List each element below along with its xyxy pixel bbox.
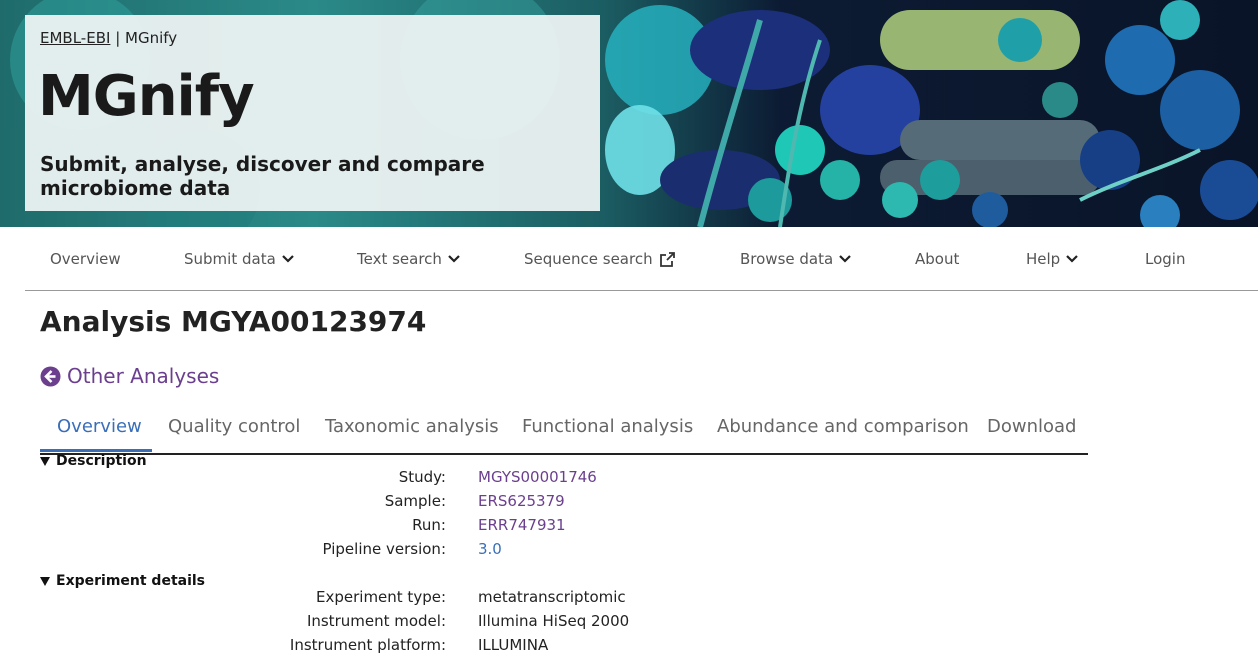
- nav-label: Text search: [357, 250, 442, 268]
- hero-tagline: Submit, analyse, discover and compare mi…: [40, 152, 485, 200]
- nav-label: Submit data: [184, 250, 276, 268]
- instrument-platform-value: ILLUMINA: [478, 636, 549, 654]
- instrument-model-label: Instrument model:: [306, 612, 446, 630]
- nav-about[interactable]: About: [915, 250, 959, 268]
- nav-label: Overview: [50, 250, 121, 268]
- nav-login[interactable]: Login: [1145, 250, 1185, 268]
- study-link[interactable]: MGYS00001746: [478, 468, 597, 486]
- nav-label: Browse data: [740, 250, 834, 268]
- main-navigation: Overview Submit data Text search Sequenc…: [25, 227, 1258, 291]
- pipeline-version-link[interactable]: 3.0: [478, 540, 502, 558]
- triangle-down-icon: [40, 456, 50, 466]
- page-title: Analysis MGYA00123974: [40, 305, 427, 338]
- hero-card: EMBL-EBI | MGnify MGnify Submit, analyse…: [25, 15, 600, 211]
- nav-label: Sequence search: [524, 250, 653, 268]
- experiment-section-toggle[interactable]: Experiment details: [40, 573, 205, 589]
- nav-browse-data[interactable]: Browse data: [740, 250, 851, 268]
- chevron-down-icon: [448, 255, 460, 263]
- nav-label: Help: [1026, 250, 1061, 268]
- tab-overview[interactable]: Overview: [57, 416, 142, 437]
- sample-label: Sample:: [384, 492, 446, 510]
- other-analyses-link[interactable]: Other Analyses: [40, 364, 219, 388]
- experiment-type-value: metatranscriptomic: [478, 588, 626, 606]
- breadcrumb: EMBL-EBI | MGnify: [40, 29, 177, 47]
- other-analyses-label: Other Analyses: [67, 364, 220, 388]
- chevron-down-icon: [839, 255, 851, 263]
- breadcrumb-mgnify: MGnify: [125, 29, 178, 47]
- sample-link[interactable]: ERS625379: [478, 492, 565, 510]
- pipeline-version-label: Pipeline version:: [322, 540, 446, 558]
- nav-label: Login: [1145, 250, 1186, 268]
- run-link[interactable]: ERR747931: [478, 516, 566, 534]
- nav-label: About: [915, 250, 960, 268]
- breadcrumb-separator: |: [115, 29, 121, 47]
- nav-submit-data[interactable]: Submit data: [184, 250, 294, 268]
- tab-abundance-comparison[interactable]: Abundance and comparison: [717, 416, 969, 437]
- active-tab-indicator: [40, 449, 152, 452]
- description-heading: Description: [56, 453, 147, 469]
- hero-banner: EMBL-EBI | MGnify MGnify Submit, analyse…: [0, 0, 1258, 227]
- description-section-toggle[interactable]: Description: [40, 453, 147, 469]
- external-link-icon: [659, 251, 675, 267]
- nav-text-search[interactable]: Text search: [357, 250, 460, 268]
- tab-quality-control[interactable]: Quality control: [168, 416, 300, 437]
- nav-help[interactable]: Help: [1026, 250, 1078, 268]
- instrument-platform-label: Instrument platform:: [289, 636, 446, 654]
- experiment-heading: Experiment details: [56, 573, 206, 589]
- tab-functional-analysis[interactable]: Functional analysis: [522, 416, 693, 437]
- tab-download[interactable]: Download: [987, 416, 1076, 437]
- mgnify-logo[interactable]: MGnify: [38, 67, 255, 127]
- run-label: Run:: [412, 516, 446, 534]
- chevron-down-icon: [1066, 255, 1078, 263]
- chevron-down-icon: [281, 255, 294, 263]
- breadcrumb-embl-ebi-link[interactable]: EMBL-EBI: [40, 29, 110, 47]
- arrow-circle-left-icon: [40, 366, 61, 386]
- study-label: Study:: [398, 468, 446, 486]
- analysis-tabs: Overview Quality control Taxonomic analy…: [40, 405, 1088, 455]
- triangle-down-icon: [40, 576, 50, 586]
- nav-sequence-search[interactable]: Sequence search: [524, 250, 676, 268]
- nav-overview[interactable]: Overview: [50, 250, 121, 268]
- instrument-model-value: Illumina HiSeq 2000: [478, 612, 630, 630]
- experiment-type-label: Experiment type:: [316, 588, 446, 606]
- tab-taxonomic-analysis[interactable]: Taxonomic analysis: [325, 416, 499, 437]
